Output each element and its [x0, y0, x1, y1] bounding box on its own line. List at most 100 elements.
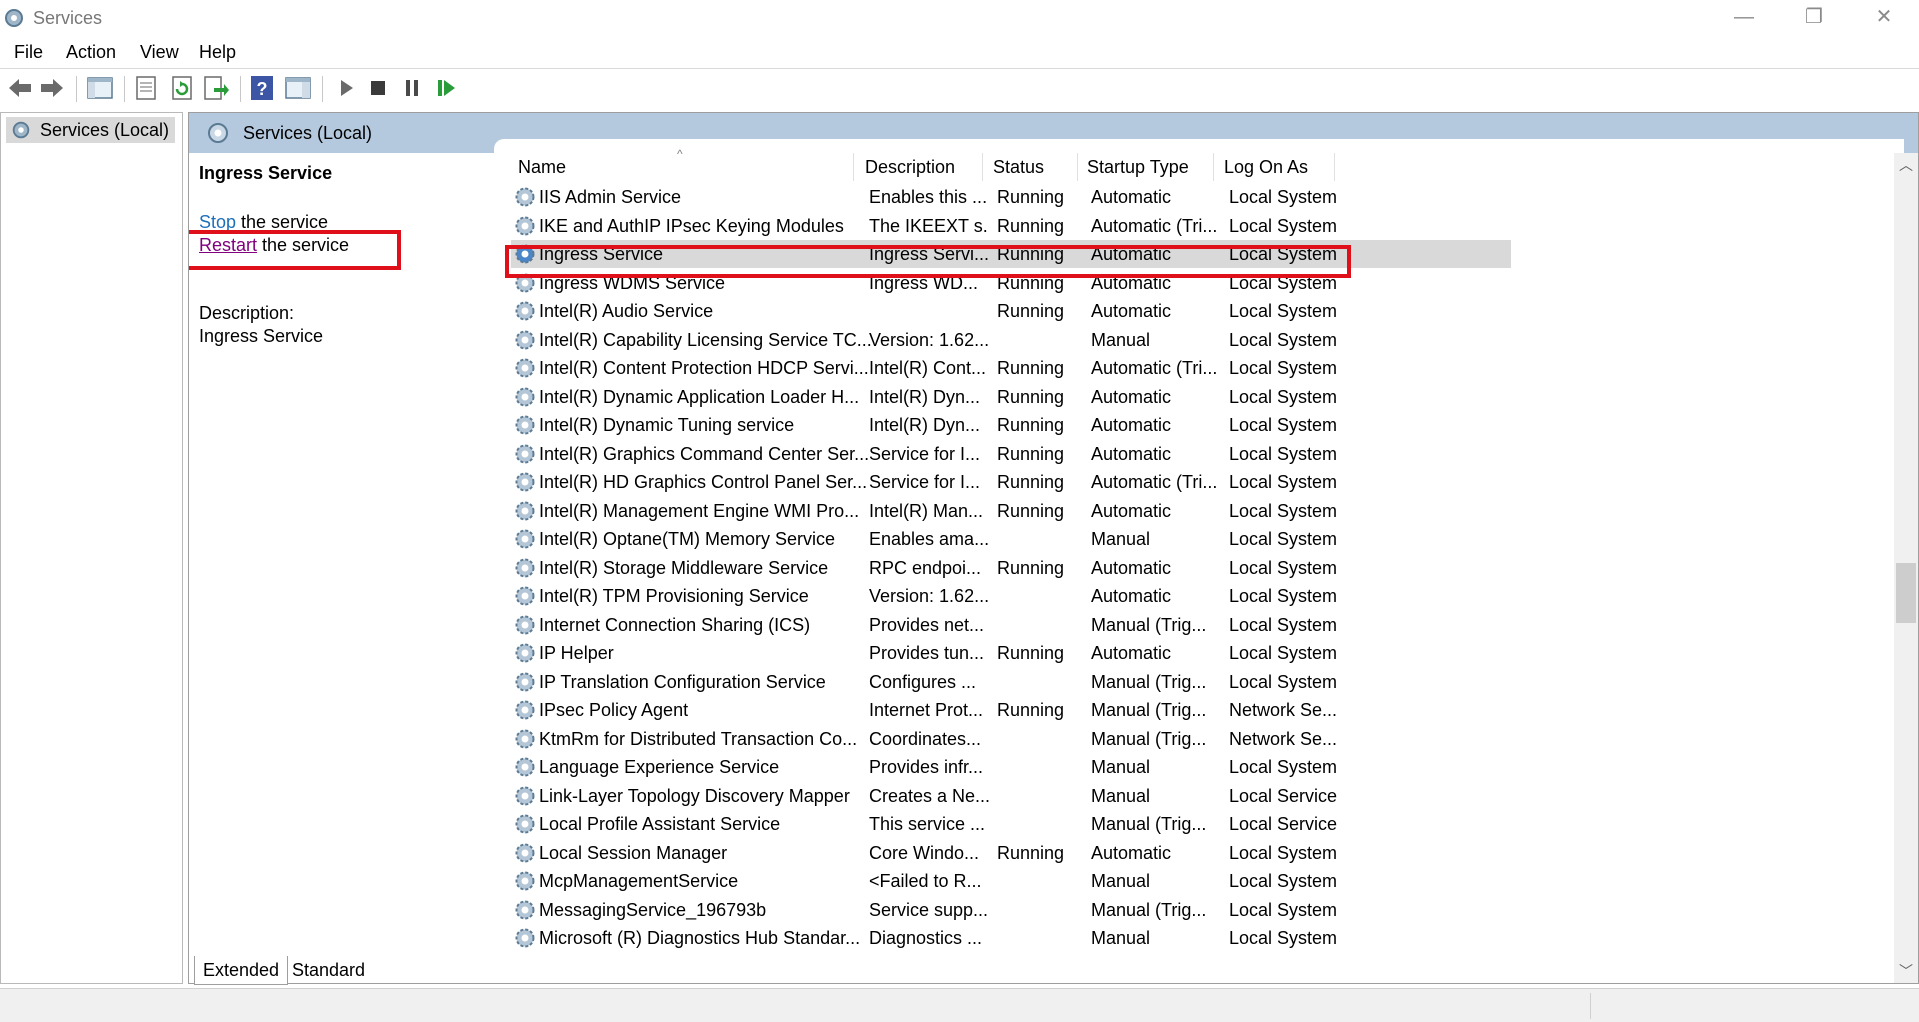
column-header-log-on-as[interactable]: Log On As [1224, 153, 1308, 181]
cell-status [997, 525, 1087, 553]
table-row[interactable]: Intel(R) Optane(TM) Memory Service Enable… [511, 525, 1511, 553]
scroll-up-icon[interactable]: ︿ [1894, 153, 1918, 177]
cell-status [997, 582, 1087, 610]
refresh-icon[interactable] [168, 74, 196, 102]
cell-status: Running [997, 358, 1065, 378]
table-row[interactable]: Intel(R) HD Graphics Control Panel Ser..… [511, 468, 1511, 496]
title-bar: Services — ❐ ✕ [0, 0, 1919, 36]
cell-log-on-as: Network Se... [1229, 728, 1338, 749]
minimize-button[interactable]: — [1709, 0, 1779, 36]
table-row[interactable]: Language Experience Service Provides infr… [511, 753, 1511, 781]
close-button[interactable]: ✕ [1849, 0, 1919, 36]
restore-button[interactable]: ❐ [1779, 0, 1849, 36]
table-row[interactable]: IP Translation Configuration Service Conf… [511, 668, 1511, 696]
cell-startup-type: Manual [1091, 928, 1151, 948]
menu-help[interactable]: Help [199, 42, 236, 63]
cell-name: Intel(R) Graphics Command Center Ser... [539, 443, 870, 464]
properties-icon[interactable] [132, 74, 160, 102]
table-row[interactable]: Intel(R) TPM Provisioning Service Version… [511, 582, 1511, 610]
back-arrow-icon[interactable] [6, 74, 34, 102]
table-row[interactable]: Microsoft (R) Diagnostics Hub Standar...… [511, 924, 1511, 952]
cell-status [997, 867, 1087, 895]
cell-description: Provides net... [869, 614, 985, 635]
vertical-scrollbar[interactable]: ︿ ﹀ [1894, 153, 1918, 983]
table-row[interactable]: McpManagementService <Failed to R... Manua… [511, 867, 1511, 895]
cell-name: Intel(R) HD Graphics Control Panel Ser..… [539, 472, 868, 492]
tab-extended[interactable]: Extended [194, 956, 289, 985]
table-row[interactable]: Intel(R) Storage Middleware Service RPC e… [511, 554, 1511, 582]
cell-log-on-as: Local System [1229, 187, 1338, 207]
column-header-description[interactable]: Description [865, 153, 955, 181]
table-row[interactable]: Intel(R) Management Engine WMI Pro... Int… [511, 497, 1511, 525]
cell-description: Service for I... [869, 472, 981, 492]
cell-startup-type: Automatic [1091, 415, 1172, 435]
stop-service-link[interactable]: Stop [199, 212, 236, 232]
table-row[interactable]: Internet Connection Sharing (ICS) Provide… [511, 611, 1511, 639]
resume-service-icon[interactable] [432, 74, 460, 102]
cell-log-on-as: Local System [1229, 614, 1338, 635]
console-tree: Services (Local) [0, 112, 183, 984]
column-divider[interactable] [982, 153, 983, 181]
table-row[interactable]: Intel(R) Dynamic Application Loader H...… [511, 383, 1511, 411]
table-row[interactable]: Intel(R) Content Protection HDCP Servi..… [511, 354, 1511, 382]
cell-log-on-as: Local System [1229, 472, 1338, 492]
cell-description: Diagnostics ... [869, 928, 983, 948]
start-service-icon[interactable] [332, 74, 360, 102]
table-row[interactable]: MessagingService_196793b Service supp... M… [511, 896, 1511, 924]
scroll-down-icon[interactable]: ﹀ [1894, 959, 1918, 983]
tree-node-services-local[interactable]: Services (Local) [6, 117, 176, 143]
description-label: Description: [199, 303, 295, 323]
cell-startup-type: Automatic [1091, 500, 1172, 521]
cell-description: Version: 1.62.... [869, 586, 989, 606]
table-row[interactable]: IP Helper Provides tun... Running Automatic… [511, 639, 1511, 667]
table-row[interactable]: Intel(R) Audio Service Running Automatic Lo… [511, 297, 1511, 325]
cell-startup-type: Automatic (Tri... [1091, 215, 1218, 236]
cell-startup-type: Manual (Trig... [1091, 700, 1207, 720]
cell-status [997, 611, 1087, 639]
pause-service-icon[interactable] [398, 74, 426, 102]
table-row[interactable]: IIS Admin Service Enables this ... Running… [511, 183, 1511, 211]
console-tree-icon[interactable] [86, 74, 114, 102]
column-divider[interactable] [1334, 153, 1335, 181]
table-row[interactable]: Local Profile Assistant Service This serv… [511, 810, 1511, 838]
column-header-name[interactable]: Name [518, 153, 566, 181]
cell-description: Enables ama... [869, 529, 989, 549]
table-row[interactable]: IKE and AuthIP IPsec Keying Modules The I… [511, 212, 1511, 240]
table-row[interactable]: Link-Layer Topology Discovery Mapper Crea… [511, 782, 1511, 810]
table-row[interactable]: KtmRm for Distributed Transaction Co... C… [511, 725, 1511, 753]
service-gear-icon [515, 558, 535, 577]
help-icon[interactable]: ? [248, 74, 276, 102]
table-row[interactable]: Intel(R) Graphics Command Center Ser... S… [511, 440, 1511, 468]
forward-arrow-icon[interactable] [38, 74, 66, 102]
service-gear-icon [515, 444, 535, 463]
column-divider[interactable] [1077, 153, 1078, 181]
stop-service-icon[interactable] [364, 74, 392, 102]
tab-standard[interactable]: Standard [284, 956, 373, 984]
cell-status [997, 725, 1087, 753]
menu-action[interactable]: Action [66, 42, 116, 63]
cell-status: Running [997, 557, 1065, 578]
table-row[interactable]: IPsec Policy Agent Internet Prot... Runnin… [511, 696, 1511, 724]
table-row[interactable]: Intel(R) Dynamic Tuning service Intel(R) … [511, 411, 1511, 439]
show-hide-pane-icon[interactable] [284, 74, 312, 102]
cell-description: Service for I... [869, 443, 981, 464]
column-header-startup-type[interactable]: Startup Type [1087, 153, 1189, 181]
menu-file[interactable]: File [14, 42, 43, 63]
column-divider[interactable] [1213, 153, 1214, 181]
menu-view[interactable]: View [140, 42, 179, 63]
cell-name: Intel(R) Audio Service [539, 301, 714, 321]
table-row[interactable]: Intel(R) Capability Licensing Service TC… [511, 326, 1511, 354]
service-gear-icon [515, 301, 535, 321]
export-list-icon[interactable] [202, 74, 230, 102]
service-gear-icon [515, 843, 535, 862]
scrollbar-thumb[interactable] [1896, 563, 1916, 623]
service-gear-icon [515, 358, 535, 378]
table-row[interactable]: Local Session Manager Core Windo... Runnin… [511, 839, 1511, 867]
cell-startup-type: Manual [1091, 871, 1151, 891]
service-gear-icon [515, 216, 535, 235]
column-divider[interactable] [853, 153, 854, 181]
column-header-status[interactable]: Status [993, 153, 1044, 181]
cell-status: Running [997, 472, 1065, 492]
cell-description: Creates a Ne... [869, 785, 989, 806]
cell-name: Intel(R) Management Engine WMI Pro... [539, 500, 860, 521]
